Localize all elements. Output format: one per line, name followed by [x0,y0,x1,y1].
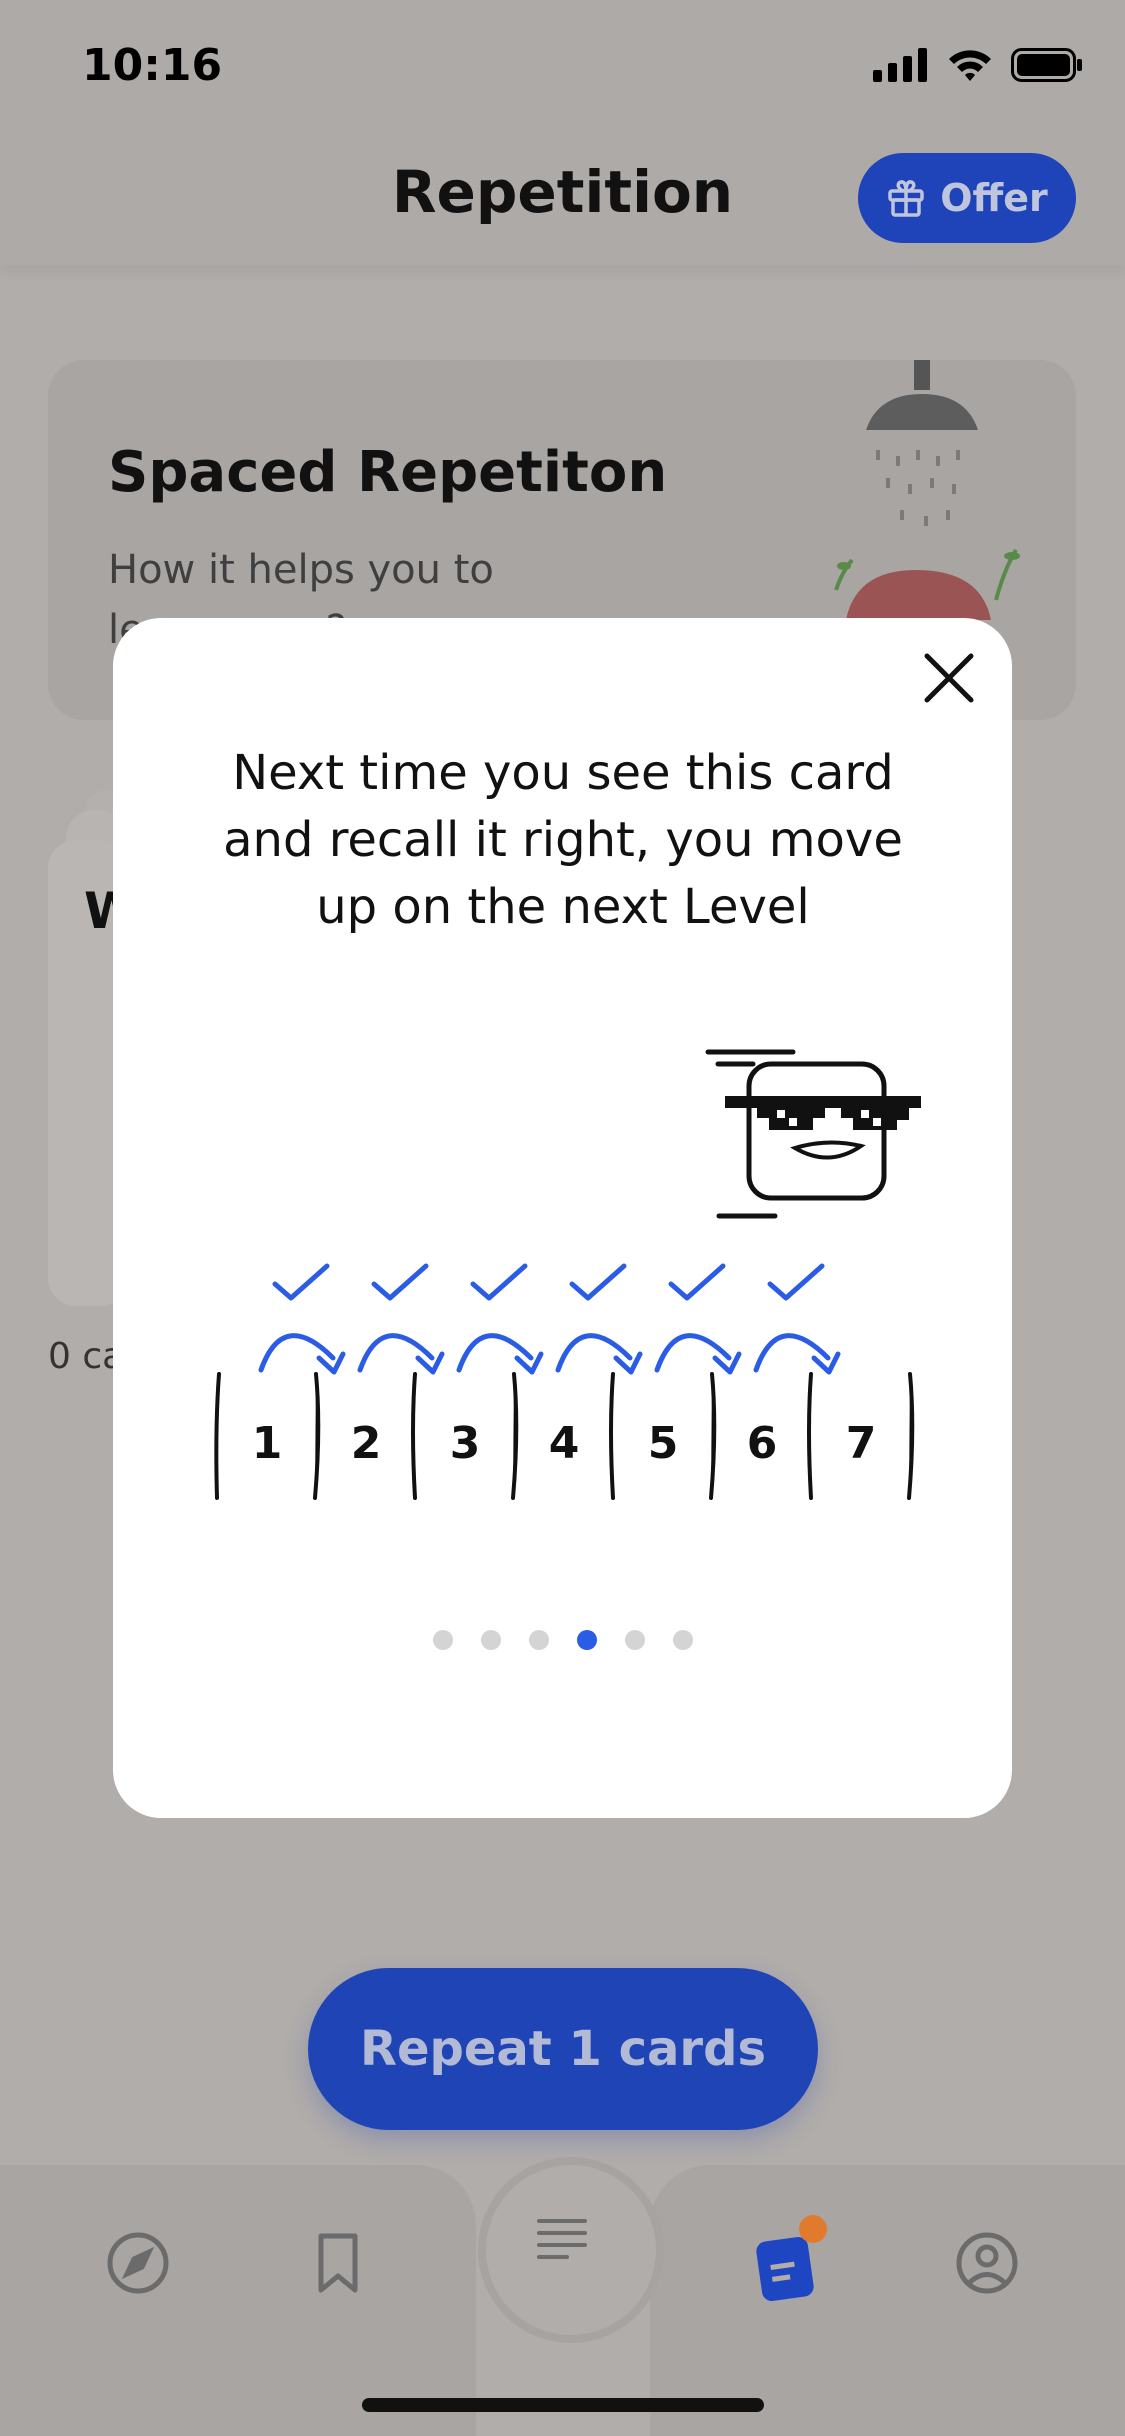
level-numbers: 1 2 3 4 5 6 7 [252,1418,877,1469]
menu-lines-icon [537,2219,587,2259]
onboarding-modal: Next time you see this card and recall i… [113,618,1012,1818]
page-dot-4[interactable] [576,1630,597,1650]
level-number-5: 5 [648,1418,679,1469]
info-card-title: Spaced Repetiton [108,440,668,505]
bookmark-icon[interactable] [303,2228,373,2298]
check-icons [272,1263,825,1301]
page-dot-2[interactable] [480,1630,501,1650]
level-number-6: 6 [747,1418,778,1469]
status-time: 10:16 [82,40,223,91]
tab-bar [0,2157,1125,2436]
gift-icon [888,180,924,217]
profile-icon[interactable] [952,2228,1022,2298]
levels-illustration: 1 2 3 4 5 6 7 [214,1049,921,1500]
level-number-7: 7 [846,1418,877,1469]
center-tab-button[interactable] [478,2157,664,2343]
repeat-cards-button[interactable]: Repeat 1 cards [308,1968,818,2130]
page-dot-1[interactable] [432,1630,453,1650]
wifi-icon [949,50,991,81]
offer-label: Offer [940,176,1048,220]
learn-cards-icon[interactable] [753,2213,833,2303]
battery-icon [1011,48,1082,82]
status-icons [873,48,1083,82]
level-number-4: 4 [549,1418,580,1469]
arrow-icons [258,1333,841,1375]
signal-icon [873,48,927,82]
app-header: 10:16 Repetition Offer [0,0,1125,265]
level-number-3: 3 [450,1418,481,1469]
page-dot-5[interactable] [624,1630,645,1650]
cool-box-mascot-icon [705,1049,921,1219]
page-dot-3[interactable] [528,1630,549,1650]
page-indicator [113,1630,1012,1650]
level-number-1: 1 [252,1418,283,1469]
offer-button[interactable]: Offer [858,153,1076,243]
tab-bar-right [650,2165,1125,2436]
home-indicator [362,2398,764,2412]
tab-bar-left [0,2165,476,2436]
level-number-2: 2 [351,1418,382,1469]
shower-brain-illustration [834,360,1020,620]
page-dot-6[interactable] [672,1630,693,1650]
compass-icon[interactable] [103,2228,173,2298]
